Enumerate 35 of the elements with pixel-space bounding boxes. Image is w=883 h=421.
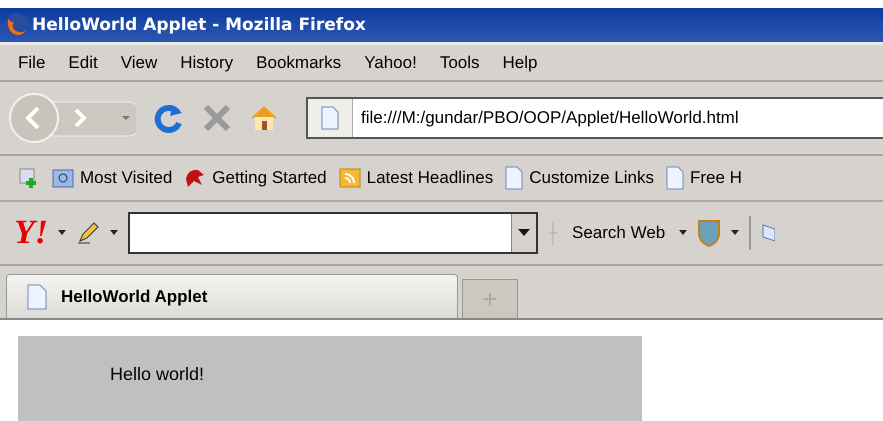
dropdown-arrow-icon bbox=[518, 229, 530, 237]
bookmark-link[interactable]: Latest Headlines bbox=[338, 168, 494, 188]
bookmark-link[interactable]: Most Visited bbox=[52, 168, 172, 188]
page-icon bbox=[666, 166, 684, 190]
menu-item[interactable]: Edit bbox=[68, 52, 98, 72]
plus-icon bbox=[484, 293, 496, 305]
dropdown-arrow-icon[interactable] bbox=[731, 230, 740, 236]
grip-icon bbox=[548, 221, 558, 245]
search-web-button[interactable]: Search Web bbox=[568, 223, 670, 243]
menu-item[interactable]: View bbox=[120, 52, 158, 72]
pencil-icon[interactable] bbox=[76, 221, 100, 245]
menu-item[interactable]: Help bbox=[502, 52, 538, 72]
bookmark-link[interactable]: Free H bbox=[666, 166, 742, 190]
feed-icon bbox=[338, 168, 361, 188]
bookmark-link[interactable]: Customize Links bbox=[505, 166, 654, 190]
menu-item[interactable]: History bbox=[180, 52, 234, 72]
applet-text: Hello world! bbox=[110, 364, 204, 384]
dropdown-arrow-icon[interactable] bbox=[58, 230, 66, 236]
menu-item[interactable]: Bookmarks bbox=[256, 52, 342, 72]
bookmark-link[interactable]: Getting Started bbox=[184, 167, 327, 189]
dropdown-arrow-icon[interactable] bbox=[679, 230, 688, 236]
folder-icon bbox=[52, 168, 74, 188]
dropdown-arrow-icon[interactable] bbox=[110, 230, 118, 236]
firefox-logo-icon bbox=[4, 12, 30, 38]
page-icon bbox=[27, 284, 47, 310]
address-field[interactable]: file:///M:/gundar/PBO/OOP/Applet/HelloWorld.html bbox=[306, 97, 883, 139]
page-icon bbox=[505, 166, 524, 190]
menu-item[interactable]: Tools bbox=[440, 52, 480, 72]
menu-item[interactable]: File bbox=[18, 52, 46, 72]
search-field[interactable] bbox=[128, 212, 538, 254]
menu-item[interactable]: Yahoo! bbox=[364, 52, 417, 72]
window-title: HelloWorld Applet - Mozilla Firefox bbox=[32, 15, 366, 35]
dragon-icon bbox=[184, 167, 206, 189]
browser-tab[interactable]: HelloWorld Applet bbox=[6, 274, 458, 318]
page-icon bbox=[320, 106, 340, 130]
